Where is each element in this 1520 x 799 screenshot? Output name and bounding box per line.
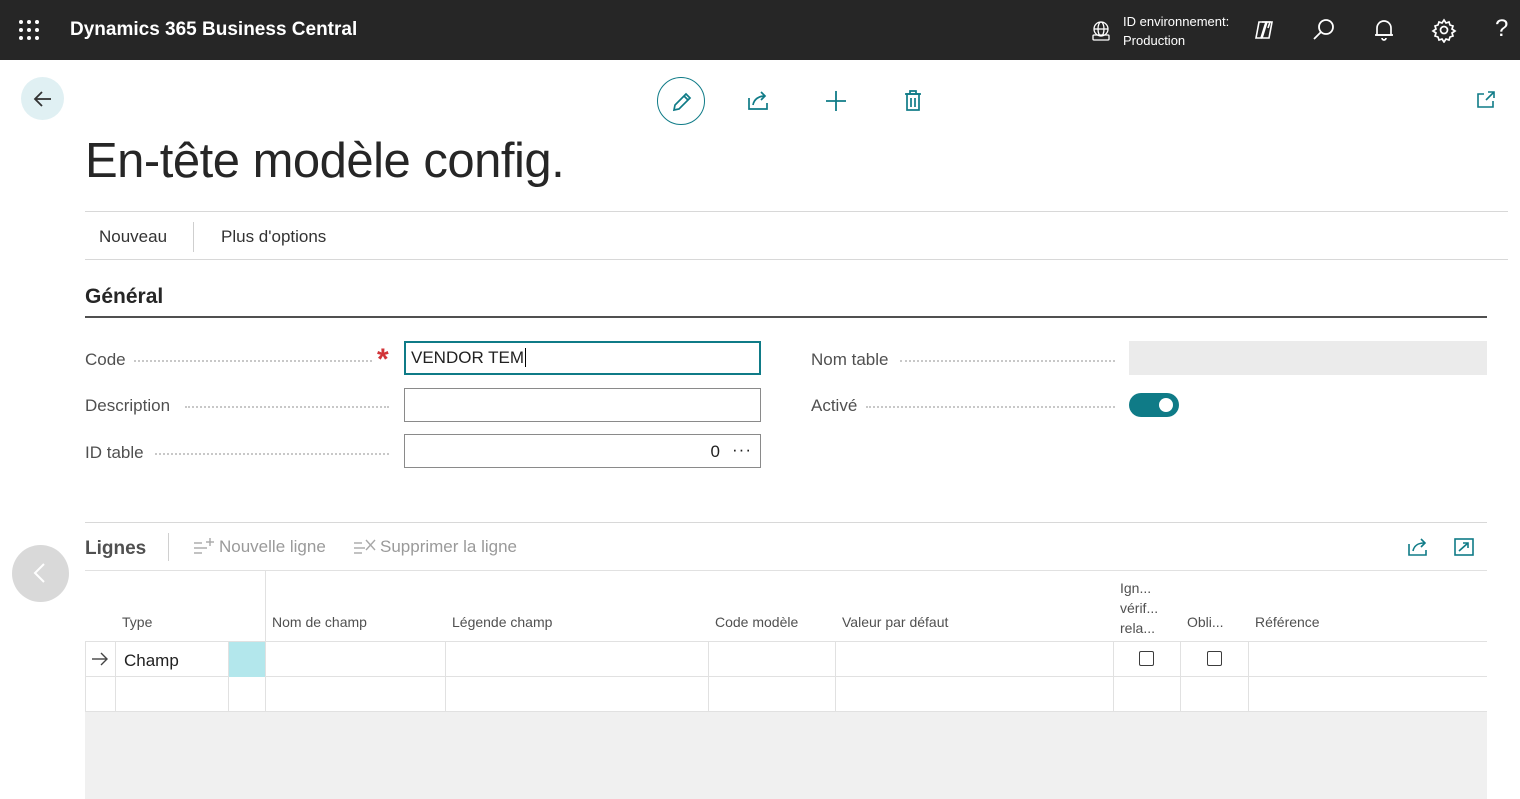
column-header-default-value[interactable]: Valeur par défaut [842, 614, 948, 630]
current-row-arrow-icon [92, 652, 108, 666]
required-indicator: * [377, 343, 389, 376]
field-leader-dots [900, 360, 1115, 362]
lines-title[interactable]: Lignes [85, 538, 146, 560]
text-cursor [525, 348, 527, 367]
divider [168, 533, 169, 561]
menu-more-options[interactable]: Plus d'options [221, 227, 326, 247]
menu-new[interactable]: Nouveau [99, 227, 167, 247]
column-divider [445, 642, 446, 712]
share-button[interactable] [743, 86, 773, 116]
delete-button[interactable] [898, 86, 928, 116]
column-header-field-caption[interactable]: Légende champ [452, 614, 552, 630]
column-divider [265, 571, 266, 712]
active-label: Activé [811, 396, 858, 415]
column-divider [835, 642, 836, 712]
settings-gear-icon[interactable] [1431, 17, 1457, 43]
app-title[interactable]: Dynamics 365 Business Central [70, 19, 357, 41]
code-label: Code [85, 350, 126, 369]
back-button[interactable] [21, 77, 64, 120]
column-header-type[interactable]: Type [122, 614, 152, 630]
column-divider [85, 642, 86, 712]
edit-button[interactable] [657, 77, 705, 125]
type-cell[interactable]: Champ [124, 651, 179, 671]
expand-icon[interactable] [1452, 536, 1476, 558]
divider [85, 259, 1508, 260]
column-header-line: vérif... [1120, 600, 1159, 616]
lines-grid-header: Type Nom de champ Légende champ Code mod… [85, 570, 1487, 642]
column-header-template-code[interactable]: Code modèle [715, 614, 798, 630]
field-leader-dots [155, 453, 389, 455]
mandatory-checkbox[interactable] [1207, 651, 1222, 666]
environment-icon[interactable] [1090, 20, 1112, 42]
page-title: En-tête modèle config. [85, 134, 565, 188]
environment-value: Production [1123, 33, 1186, 48]
code-field[interactable]: VENDOR TEM [404, 341, 761, 375]
section-rule [85, 316, 1487, 318]
code-field-value: VENDOR TEM [411, 348, 525, 367]
delete-line-icon [354, 539, 376, 554]
new-line-button[interactable]: Nouvelle ligne [219, 537, 326, 557]
skip-relation-check-checkbox[interactable] [1139, 651, 1154, 666]
notifications-bell-icon[interactable] [1371, 17, 1397, 43]
description-label: Description [85, 396, 171, 415]
table-id-lookup-button[interactable]: ··· [732, 440, 752, 460]
table-name-field [1129, 341, 1487, 375]
search-icon[interactable] [1311, 17, 1337, 43]
environment-info[interactable]: ID environnement: Production [1123, 12, 1229, 50]
chevron-left-icon [33, 563, 45, 583]
column-divider [1113, 642, 1114, 712]
table-id-value: 0 [710, 442, 720, 461]
field-leader-dots [185, 406, 389, 408]
pencil-icon [672, 92, 692, 112]
description-field[interactable] [404, 388, 761, 422]
column-divider [228, 642, 229, 712]
column-header-field-name[interactable]: Nom de champ [272, 614, 367, 630]
column-divider [1180, 642, 1181, 712]
column-header-line: Ign... [1120, 580, 1152, 596]
selected-cell[interactable] [229, 642, 265, 677]
delete-line-button[interactable]: Supprimer la ligne [380, 537, 517, 557]
table-row[interactable] [85, 677, 1487, 712]
divider [85, 522, 1487, 523]
column-header-reference[interactable]: Référence [1255, 614, 1320, 630]
environment-label: ID environnement: [1123, 14, 1230, 29]
divider [85, 211, 1508, 212]
section-title-general[interactable]: Général [85, 285, 163, 309]
help-icon[interactable]: ? [1495, 15, 1508, 43]
column-header-mandatory[interactable]: Obli... [1187, 614, 1224, 630]
app-launcher-icon[interactable] [19, 20, 39, 40]
field-leader-dots [134, 360, 372, 362]
divider [193, 222, 194, 252]
arrow-left-icon [33, 91, 51, 107]
table-id-field[interactable]: 0 ··· [404, 434, 761, 468]
new-line-icon [194, 538, 214, 554]
open-new-window-icon[interactable] [1474, 88, 1498, 112]
table-id-label: ID table [85, 443, 144, 462]
copilot-icon[interactable] [1251, 17, 1277, 43]
side-nav-back-button[interactable] [12, 545, 69, 602]
column-header-line: rela... [1120, 620, 1156, 636]
active-toggle[interactable] [1129, 393, 1179, 417]
column-divider [1248, 642, 1249, 712]
table-name-label: Nom table [811, 350, 889, 369]
field-leader-dots [866, 406, 1115, 408]
column-divider [115, 642, 116, 712]
table-row[interactable]: Champ [85, 642, 1487, 677]
column-divider [708, 642, 709, 712]
new-record-button[interactable] [821, 86, 851, 116]
share-lines-icon[interactable] [1406, 536, 1430, 558]
app-bar: Dynamics 365 Business Central ID environ… [0, 0, 1520, 60]
column-header-skip-relation-check[interactable]: Ign... vérif... rela... [1120, 578, 1158, 638]
